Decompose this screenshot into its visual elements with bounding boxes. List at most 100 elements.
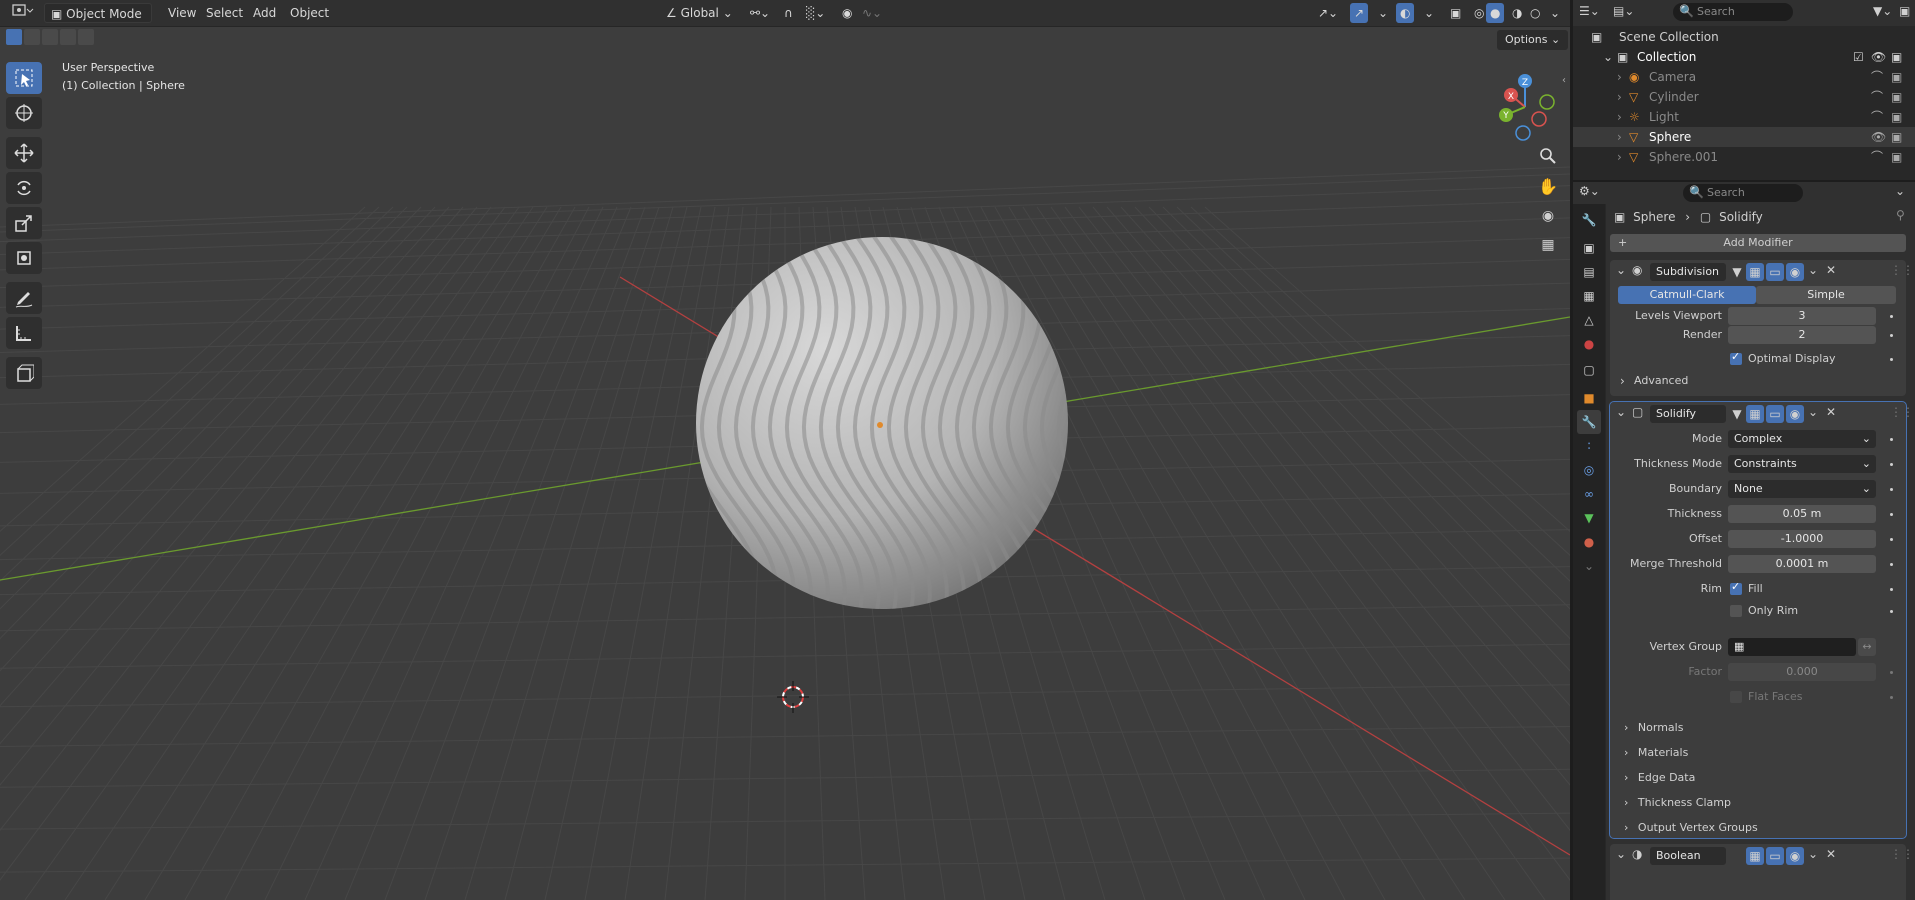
factor-field[interactable]: 0.000	[1728, 663, 1876, 681]
properties-editor-type-button[interactable]: ⚙⌄	[1579, 184, 1600, 198]
falloff-button[interactable]: ∿⌄	[856, 3, 888, 23]
tool-cursor[interactable]	[6, 97, 42, 129]
exclude-checkbox[interactable]: ☑	[1853, 47, 1864, 67]
pin-icon[interactable]: ⚲	[1896, 208, 1905, 222]
close-icon[interactable]: ✕	[1826, 405, 1836, 419]
chevron-right-icon[interactable]: ›	[1617, 107, 1622, 127]
eye-closed-icon[interactable]: ⌒	[1871, 147, 1883, 167]
tab-scene[interactable]: △	[1577, 308, 1601, 332]
tool-scale[interactable]	[6, 207, 42, 239]
advanced-subpanel[interactable]: Advanced	[1634, 372, 1688, 390]
tool-rotate[interactable]	[6, 172, 42, 204]
shading-dropdown[interactable]: ⌄	[1544, 3, 1566, 23]
tab-physics[interactable]: ◎	[1577, 458, 1601, 482]
edit-cage-toggle[interactable]: ▼	[1728, 405, 1746, 423]
add-modifier-button[interactable]: + Add Modifier	[1610, 234, 1906, 252]
tab-tool[interactable]: 🔧	[1577, 208, 1601, 232]
modifier-menu-dropdown[interactable]: ⌄	[1808, 847, 1818, 861]
overlay-toggle[interactable]: ◐	[1396, 3, 1415, 23]
drag-handle-icon[interactable]: ⋮⋮	[1890, 263, 1914, 277]
solidify-subpanel[interactable]: › Normals	[1624, 719, 1683, 737]
pan-button[interactable]: ✋	[1535, 173, 1561, 199]
keyframe-dot[interactable]	[1890, 610, 1893, 613]
chevron-right-icon[interactable]: ›	[1617, 67, 1622, 87]
tool-transform[interactable]	[6, 242, 42, 274]
select-intersect-icon[interactable]	[78, 29, 94, 45]
3d-viewport[interactable]: Z X Y User Perspective (1) Collection | …	[0, 27, 1570, 900]
editmode-toggle[interactable]: ▦	[1746, 405, 1764, 423]
edit-cage-toggle[interactable]: ▼	[1728, 263, 1746, 281]
shading-solid[interactable]: ●	[1486, 3, 1505, 23]
thickness-mode-select[interactable]: Constraints ⌄	[1728, 455, 1876, 473]
drag-handle-icon[interactable]: ⋮⋮	[1890, 405, 1914, 419]
tab-more[interactable]: ⌄	[1577, 554, 1601, 578]
outliner-row-collection[interactable]: ⌄ ▣ Collection ☑ 👁 ▣	[1573, 47, 1915, 67]
editor-type-button[interactable]	[6, 3, 40, 23]
keyframe-dot[interactable]	[1890, 358, 1893, 361]
render-camera-icon[interactable]: ▣	[1891, 107, 1902, 127]
outliner-row-object[interactable]: › ▽ Sphere 👁 ▣	[1573, 127, 1915, 147]
merge-threshold-field[interactable]: 0.0001 m	[1728, 555, 1876, 573]
solidify-name-field[interactable]: Solidify	[1650, 405, 1726, 423]
simple-option[interactable]: Simple	[1756, 286, 1896, 304]
keyframe-dot[interactable]	[1890, 513, 1893, 516]
render-toggle[interactable]: ◉	[1786, 847, 1804, 865]
eye-closed-icon[interactable]: ⌒	[1871, 87, 1883, 107]
render-camera-icon[interactable]: ▣	[1891, 127, 1902, 147]
solidify-subpanel[interactable]: › Output Vertex Groups	[1624, 819, 1758, 837]
catmull-clark-option[interactable]: Catmull-Clark	[1618, 286, 1756, 304]
gizmo-toggle[interactable]: ↗	[1350, 3, 1369, 23]
xray-toggle[interactable]: ▣	[1444, 3, 1467, 23]
optimal-display-checkbox[interactable]: ✓	[1730, 350, 1742, 365]
display-mode-button[interactable]: ▤⌄	[1613, 4, 1634, 18]
keyframe-dot[interactable]	[1890, 671, 1893, 674]
tab-material[interactable]: ●	[1577, 530, 1601, 554]
render-toggle[interactable]: ◉	[1786, 405, 1804, 423]
properties-search-input[interactable]: 🔍 Search	[1683, 184, 1803, 202]
select-new-icon[interactable]	[6, 29, 22, 45]
boundary-select[interactable]: None ⌄	[1728, 480, 1876, 498]
keyframe-dot[interactable]	[1890, 588, 1893, 591]
tab-constraints[interactable]: ∞	[1577, 482, 1601, 506]
gizmo-dropdown[interactable]: ⌄	[1372, 3, 1394, 23]
render-camera-icon[interactable]: ▣	[1891, 47, 1902, 67]
select-subtract-icon[interactable]	[42, 29, 58, 45]
eye-closed-icon[interactable]: ⌒	[1871, 67, 1883, 87]
keyframe-dot[interactable]	[1890, 563, 1893, 566]
close-icon[interactable]: ✕	[1826, 847, 1836, 861]
tab-view-layer[interactable]: ▦	[1577, 284, 1601, 308]
chevron-down-icon[interactable]: ⌄	[1616, 847, 1626, 861]
solidify-subpanel[interactable]: › Thickness Clamp	[1624, 794, 1731, 812]
offset-field[interactable]: -1.0000	[1728, 530, 1876, 548]
vertex-group-field[interactable]: ▦	[1728, 638, 1856, 656]
new-collection-button[interactable]: ▣	[1899, 4, 1910, 18]
boolean-name-field[interactable]: Boolean	[1650, 847, 1726, 865]
outliner-editor-type-button[interactable]: ☰⌄	[1579, 4, 1600, 18]
mode-select[interactable]: ▣ Object Mode ⌄	[44, 3, 152, 41]
solidify-subpanel[interactable]: › Edge Data	[1624, 769, 1695, 787]
mode-select[interactable]: Complex ⌄	[1728, 430, 1876, 448]
outliner-row-object[interactable]: › ◉ Camera ⌒ ▣	[1573, 67, 1915, 87]
keyframe-dot[interactable]	[1890, 696, 1893, 699]
editmode-toggle[interactable]: ▦	[1746, 263, 1764, 281]
tab-collection[interactable]: ▢	[1577, 358, 1601, 382]
perspective-toggle-button[interactable]: ▦	[1535, 232, 1561, 258]
keyframe-dot[interactable]	[1890, 334, 1893, 337]
camera-view-button[interactable]: ◉	[1535, 203, 1561, 229]
render-camera-icon[interactable]: ▣	[1891, 87, 1902, 107]
keyframe-dot[interactable]	[1890, 315, 1893, 318]
fill-checkbox[interactable]: ✓	[1730, 580, 1742, 595]
render-toggle[interactable]: ◉	[1786, 263, 1804, 281]
render-camera-icon[interactable]: ▣	[1891, 67, 1902, 87]
viewport-toggle[interactable]: ▭	[1766, 847, 1784, 865]
eye-icon[interactable]: 👁	[1871, 47, 1886, 67]
outliner-row-object[interactable]: › ▽ Sphere.001 ⌒ ▣	[1573, 147, 1915, 167]
filter-button[interactable]: ▼⌄	[1873, 4, 1892, 18]
tab-render[interactable]: ▣	[1577, 236, 1601, 260]
sidebar-toggle-icon[interactable]: ‹	[1562, 75, 1566, 86]
subdivision-name-field[interactable]: Subdivision	[1650, 263, 1726, 281]
tool-measure[interactable]	[6, 317, 42, 349]
drag-handle-icon[interactable]: ⋮⋮	[1890, 847, 1914, 861]
solidify-subpanel[interactable]: › Materials	[1624, 744, 1688, 762]
tool-move[interactable]	[6, 137, 42, 169]
